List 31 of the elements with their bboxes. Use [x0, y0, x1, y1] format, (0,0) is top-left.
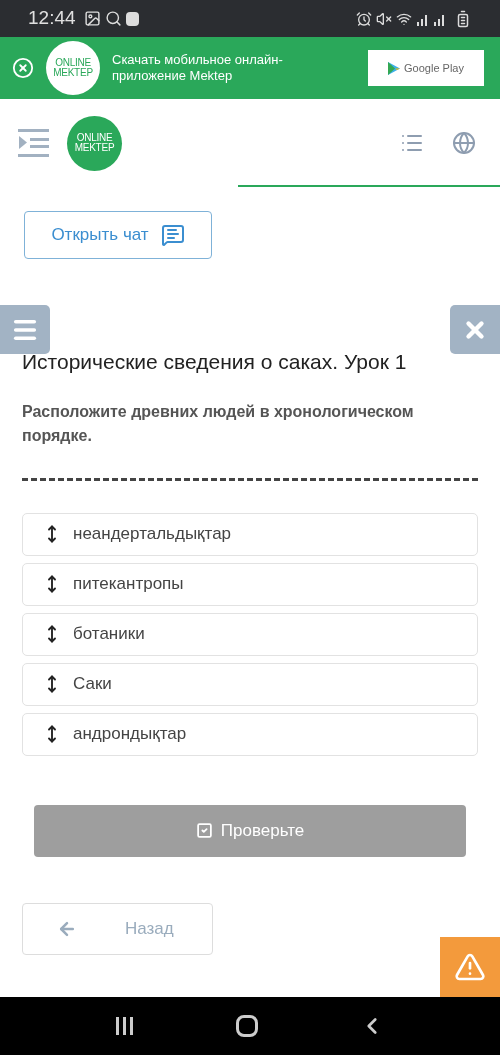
sortable-item[interactable]: ботаники	[22, 612, 478, 656]
play-store-icon	[388, 61, 401, 75]
chat-icon	[160, 223, 185, 247]
home-icon[interactable]	[236, 1015, 258, 1037]
sortable-item[interactable]: неандертальдықтар	[22, 512, 478, 556]
globe-icon[interactable]	[452, 131, 476, 155]
item-label: неандертальдықтар	[73, 523, 232, 546]
question-text: Расположите древних людей в хронологическом порядке.	[22, 401, 415, 446]
logo: ONLINE MEKTEP	[67, 115, 122, 171]
warning-icon	[454, 951, 486, 983]
sidebar-toggle-icon[interactable]	[18, 129, 49, 157]
open-chat-button[interactable]: Открыть чат	[24, 211, 212, 259]
search-icon	[104, 10, 122, 27]
image-icon	[83, 10, 101, 27]
sortable-item[interactable]: Саки	[22, 662, 478, 706]
recent-apps-icon[interactable]	[114, 1016, 135, 1036]
sortable-item[interactable]: андрондықтар	[22, 712, 478, 756]
alarm-icon	[356, 10, 372, 27]
banner-text: Скачать мобильное онлайн-приложение Mektep	[112, 52, 284, 84]
clock: 12:44	[28, 6, 76, 31]
close-icon[interactable]	[12, 57, 34, 79]
google-play-button[interactable]: Google Play	[368, 50, 484, 86]
item-label: ботаники	[73, 623, 145, 646]
item-label: питекантропы	[73, 573, 184, 596]
item-label: Саки	[73, 673, 112, 696]
mute-icon	[376, 10, 392, 27]
lesson-title: Исторические сведения о саках. Урок 1	[22, 349, 408, 375]
item-label: андрондықтар	[73, 723, 187, 746]
check-icon	[195, 822, 213, 839]
sortable-item[interactable]: питекантропы	[22, 562, 478, 606]
logo: ONLINE MEKTEP	[46, 41, 100, 95]
